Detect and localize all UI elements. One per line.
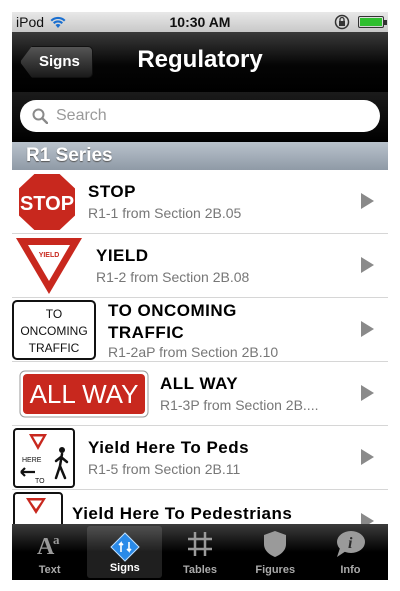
all-way-sign-icon: ALL WAY bbox=[19, 370, 149, 418]
stop-sign-icon: STOP bbox=[17, 172, 77, 232]
svg-text:a: a bbox=[53, 532, 60, 547]
row-subtitle: R1-2 from Section 2B.08 bbox=[96, 269, 250, 285]
status-bar: iPod 10:30 AM bbox=[12, 12, 388, 32]
tab-label: Figures bbox=[255, 564, 296, 576]
to-oncoming-traffic-sign-icon: TO ONCOMING TRAFFIC bbox=[12, 300, 96, 360]
search-bar: Search bbox=[12, 92, 388, 142]
search-input[interactable]: Search bbox=[20, 100, 380, 132]
text-aa-icon: A a bbox=[37, 532, 60, 558]
navigation-bar: Signs Regulatory bbox=[12, 32, 388, 92]
tab-figures[interactable]: Figures bbox=[238, 524, 313, 580]
shield-icon bbox=[264, 531, 287, 557]
disclosure-arrow-icon bbox=[361, 513, 374, 524]
tab-label: Text bbox=[38, 564, 61, 576]
row-title: ALL WAY bbox=[160, 374, 239, 393]
row-subtitle: R1-2aP from Section 2B.10 bbox=[108, 344, 279, 360]
here-text: HERE bbox=[22, 457, 42, 464]
list-item-yield[interactable]: YIELD YIELD R1-2 from Section 2B.08 bbox=[12, 234, 388, 298]
row-title: Yield Here To Pedestrians bbox=[72, 504, 293, 523]
stop-sign-text: STOP bbox=[20, 193, 74, 215]
oncoming-line-3: TRAFFIC bbox=[29, 341, 80, 355]
info-bubble-icon: i bbox=[337, 531, 366, 557]
svg-text:i: i bbox=[348, 535, 353, 552]
section-header: R1 Series bbox=[12, 142, 388, 170]
disclosure-arrow-icon bbox=[361, 449, 374, 465]
row-title: STOP bbox=[88, 182, 136, 201]
tab-text[interactable]: A a Text bbox=[12, 524, 87, 580]
oncoming-line-1: TO bbox=[46, 307, 62, 321]
search-icon bbox=[32, 108, 48, 124]
sign-list: STOP STOP R1-1 from Section 2B.05 YIELD … bbox=[12, 170, 388, 524]
row-title-line-2: TRAFFIC bbox=[108, 323, 185, 342]
signs-diamond-icon bbox=[110, 532, 140, 562]
list-item-to-oncoming-traffic[interactable]: TO ONCOMING TRAFFIC TO ONCOMING TRAFFIC … bbox=[12, 298, 388, 362]
disclosure-arrow-icon bbox=[361, 193, 374, 209]
app-screen: iPod 10:30 AM Signs Regulatory Search R1… bbox=[12, 12, 388, 580]
disclosure-arrow-icon bbox=[361, 385, 374, 401]
tab-label: Signs bbox=[109, 562, 140, 574]
battery-level bbox=[360, 18, 382, 26]
row-subtitle: R1-3P from Section 2B.... bbox=[160, 397, 319, 413]
status-right bbox=[334, 14, 387, 30]
tab-tables[interactable]: Tables bbox=[162, 524, 237, 580]
yield-here-to-peds-sign-icon: HERE TO bbox=[13, 428, 75, 488]
row-title: Yield Here To Peds bbox=[88, 438, 250, 457]
status-time: 10:30 AM bbox=[169, 14, 231, 30]
rotation-lock-icon bbox=[334, 14, 350, 30]
row-title-line-1: TO ONCOMING bbox=[108, 301, 237, 320]
all-way-sign-text: ALL WAY bbox=[30, 379, 139, 409]
battery-icon bbox=[358, 16, 387, 28]
to-text: TO bbox=[35, 478, 45, 485]
yield-sign-icon: YIELD bbox=[16, 238, 82, 294]
yield-sign-text: YIELD bbox=[39, 252, 60, 259]
row-title: YIELD bbox=[96, 246, 149, 265]
list-item-yield-here-to-peds[interactable]: HERE TO Yield Here To Peds R1-5 from Sec… bbox=[12, 426, 388, 490]
tab-label: Info bbox=[340, 564, 361, 576]
list-item-stop[interactable]: STOP STOP R1-1 from Section 2B.05 bbox=[12, 170, 388, 234]
row-subtitle: R1-1 from Section 2B.05 bbox=[88, 205, 242, 221]
tab-signs[interactable]: Signs bbox=[87, 526, 163, 578]
grid-icon bbox=[188, 532, 212, 556]
page-title: Regulatory bbox=[137, 46, 263, 73]
list-item-yield-here-to-pedestrians[interactable]: Yield Here To Pedestrians bbox=[12, 490, 388, 524]
tab-info[interactable]: i Info bbox=[313, 524, 388, 580]
disclosure-arrow-icon bbox=[361, 257, 374, 273]
tab-bar: A a Text Signs Tables Figures i Info bbox=[12, 524, 388, 580]
list-item-all-way[interactable]: ALL WAY ALL WAY R1-3P from Section 2B...… bbox=[12, 362, 388, 426]
tab-label: Tables bbox=[182, 564, 218, 576]
search-placeholder: Search bbox=[56, 107, 107, 124]
yield-here-to-pedestrians-sign-icon bbox=[13, 492, 63, 524]
oncoming-line-2: ONCOMING bbox=[20, 324, 87, 338]
disclosure-arrow-icon bbox=[361, 321, 374, 337]
row-subtitle: R1-5 from Section 2B.11 bbox=[88, 461, 241, 477]
